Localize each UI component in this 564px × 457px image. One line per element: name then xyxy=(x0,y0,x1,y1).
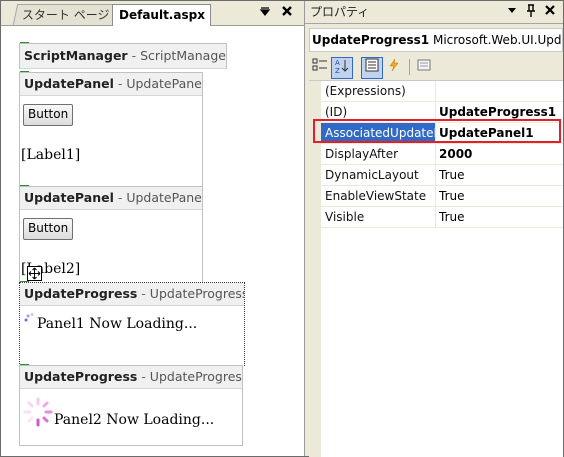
window-frame: スタート ページ Default.aspx ScriptManager - Sc… xyxy=(0,0,564,457)
property-name: DynamicLayout xyxy=(321,165,436,185)
property-value[interactable] xyxy=(436,81,564,101)
close-icon[interactable] xyxy=(279,5,295,21)
events-lightning-icon[interactable] xyxy=(383,57,405,79)
properties-view-icon[interactable] xyxy=(361,57,383,79)
property-pages-icon[interactable] xyxy=(413,57,435,79)
control-type: UpdateProgress xyxy=(24,369,138,384)
updateprogress2-header: UpdateProgress - UpdateProgress2 xyxy=(20,366,242,389)
document-tab-bar: スタート ページ Default.aspx xyxy=(1,1,304,27)
toolbar-divider xyxy=(409,59,410,75)
property-value[interactable]: True xyxy=(436,165,564,185)
property-name: DisplayAfter xyxy=(321,144,436,164)
updateprogress1-control[interactable]: UpdateProgress - UpdateProgress1 Panel1 … xyxy=(19,282,245,366)
updatepanel1-header: UpdatePanel - UpdatePanel1 xyxy=(20,73,202,96)
pin-icon[interactable] xyxy=(523,4,539,20)
control-id: UpdatePanel1 xyxy=(126,76,202,91)
properties-toolbar: AZ xyxy=(305,54,563,79)
property-value[interactable]: 2000 xyxy=(436,144,564,164)
property-row[interactable]: (Expressions) xyxy=(321,81,563,102)
move-handle-icon[interactable] xyxy=(27,266,42,281)
property-value[interactable]: True xyxy=(436,207,564,227)
property-row[interactable]: DynamicLayout True xyxy=(321,165,563,186)
separator: - xyxy=(113,76,127,91)
loading-spinner-icon xyxy=(23,397,53,427)
control-type: ScriptManager xyxy=(24,48,128,63)
tab-start-page-label: スタート ページ xyxy=(21,8,110,22)
property-name: (Expressions) xyxy=(321,81,436,101)
svg-text:A: A xyxy=(335,59,340,67)
scriptmanager-control[interactable]: ScriptManager - ScriptManager1 xyxy=(19,43,227,69)
property-row[interactable]: DisplayAfter 2000 xyxy=(321,144,563,165)
down-arrow-icon xyxy=(259,7,271,16)
updateprogress1-header: UpdateProgress - UpdateProgress1 xyxy=(20,283,244,306)
control-id: UpdateProgress2 xyxy=(149,369,242,384)
loading-spinner-icon xyxy=(24,313,34,322)
categorized-icon[interactable] xyxy=(309,57,331,79)
separator: - xyxy=(137,369,150,384)
property-name: Visible xyxy=(321,207,436,227)
designer-pane: スタート ページ Default.aspx ScriptManager - Sc… xyxy=(1,1,305,456)
separator: - xyxy=(137,286,150,301)
separator: - xyxy=(127,48,141,63)
updatepanel2-header: UpdatePanel - UpdatePanel2 xyxy=(20,187,202,210)
window-menu-icon[interactable] xyxy=(504,4,520,20)
button-1[interactable]: Button xyxy=(23,104,74,126)
button-2[interactable]: Button xyxy=(23,218,74,240)
control-id: UpdatePanel2 xyxy=(126,190,202,205)
control-type: UpdateProgress xyxy=(24,286,138,301)
control-type: UpdatePanel xyxy=(24,190,114,205)
property-value[interactable]: True xyxy=(436,186,564,206)
control-id: UpdateProgress1 xyxy=(149,286,244,301)
label-1[interactable]: [Label1] xyxy=(21,147,80,163)
control-id: ScriptManager1 xyxy=(140,48,226,63)
close-icon[interactable] xyxy=(542,4,558,20)
property-row[interactable]: EnableViewState True xyxy=(321,186,563,207)
updateprogress2-control[interactable]: UpdateProgress - UpdateProgress2 Panel2 xyxy=(19,365,243,446)
properties-title-bar: プロパティ xyxy=(305,1,563,24)
loading-text-1: Panel1 Now Loading... xyxy=(37,316,198,332)
separator: - xyxy=(113,190,127,205)
updatepanel2-control[interactable]: UpdatePanel - UpdatePanel2 Button [Label… xyxy=(19,186,203,284)
loading-text-2: Panel2 Now Loading... xyxy=(54,412,215,428)
updatepanel1-control[interactable]: UpdatePanel - UpdatePanel1 Button [Label… xyxy=(19,72,203,187)
properties-title: プロパティ xyxy=(310,5,370,19)
alphabetical-icon[interactable]: AZ xyxy=(331,57,353,79)
down-arrow-icon xyxy=(508,8,516,13)
object-name: UpdateProgress1 xyxy=(312,33,430,47)
design-surface[interactable]: ScriptManager - ScriptManager1 UpdatePan… xyxy=(1,26,304,456)
object-type: Microsoft.Web.UI.Upd xyxy=(432,33,562,47)
tab-default-aspx-label: Default.aspx xyxy=(119,8,205,22)
tab-default-aspx[interactable]: Default.aspx xyxy=(112,4,211,27)
control-type: UpdatePanel xyxy=(24,76,114,91)
highlight-annotation xyxy=(313,119,561,143)
property-name: EnableViewState xyxy=(321,186,436,206)
svg-text:Z: Z xyxy=(335,67,340,74)
properties-pane: プロパティ UpdateProgress1 Microsoft.Web.UI.U… xyxy=(305,1,563,457)
object-selector[interactable]: UpdateProgress1 Microsoft.Web.UI.Upd xyxy=(309,28,563,52)
tab-start-page[interactable]: スタート ページ xyxy=(12,4,128,25)
window-menu-icon[interactable] xyxy=(257,5,273,21)
scriptmanager-header: ScriptManager - ScriptManager1 xyxy=(20,44,226,69)
property-row[interactable]: Visible True xyxy=(321,207,563,228)
